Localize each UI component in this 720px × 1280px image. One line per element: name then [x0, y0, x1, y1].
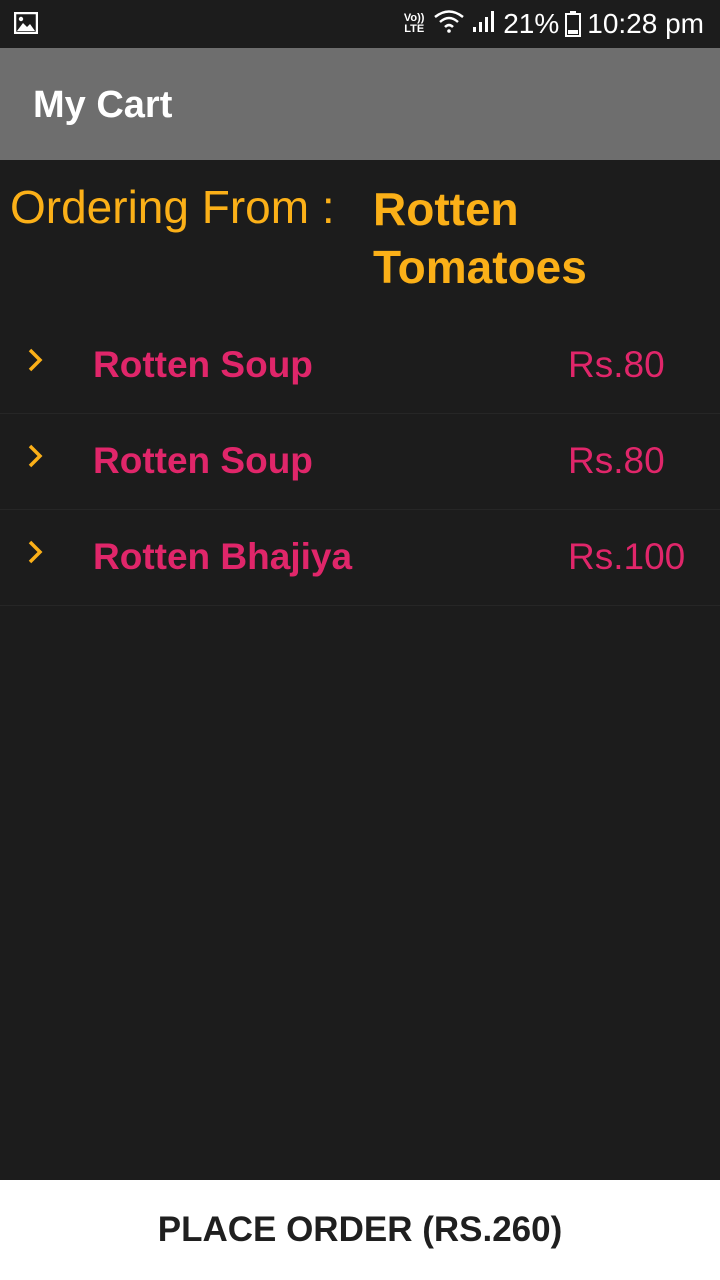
- cart-item[interactable]: Rotten Bhajiya Rs.100: [0, 510, 720, 606]
- volte-icon: Vo)) LTE: [403, 12, 425, 35]
- battery-percent: 21%: [503, 8, 560, 39]
- chevron-right-icon: [26, 538, 46, 568]
- cart-item[interactable]: Rotten Soup Rs.80: [0, 414, 720, 510]
- status-bar: Vo)) LTE 21% 10:28 pm: [0, 0, 720, 48]
- cart-item-name: Rotten Bhajiya: [93, 536, 353, 577]
- page-title: My Cart: [33, 84, 173, 126]
- chevron-right-icon: [26, 346, 46, 376]
- cart-item-name: Rotten Soup: [93, 344, 313, 385]
- cart-item-price: Rs.80: [568, 344, 665, 385]
- cart-item-price: Rs.80: [568, 440, 665, 481]
- ordering-from-label: Ordering From :: [10, 181, 335, 233]
- cart-item-name: Rotten Soup: [93, 440, 313, 481]
- wifi-icon: [433, 8, 465, 40]
- restaurant-name: Rotten Tomatoes: [373, 183, 587, 293]
- battery-icon: [565, 11, 582, 37]
- chevron-right-icon: [26, 442, 46, 472]
- signal-icon: [471, 8, 497, 40]
- cart-item-price: Rs.100: [568, 536, 686, 577]
- cart-list: Rotten Soup Rs.80 Rotten Soup Rs.80 Rott…: [0, 318, 720, 606]
- clock: 10:28 pm: [587, 8, 704, 39]
- cart-screen: Vo)) LTE 21% 10:28 pm My Cart Ordering F…: [0, 0, 720, 1280]
- cart-item[interactable]: Rotten Soup Rs.80: [0, 318, 720, 414]
- app-bar: My Cart: [0, 48, 720, 160]
- image-icon: [13, 11, 39, 35]
- place-order-button[interactable]: PLACE ORDER (RS.260): [0, 1180, 720, 1280]
